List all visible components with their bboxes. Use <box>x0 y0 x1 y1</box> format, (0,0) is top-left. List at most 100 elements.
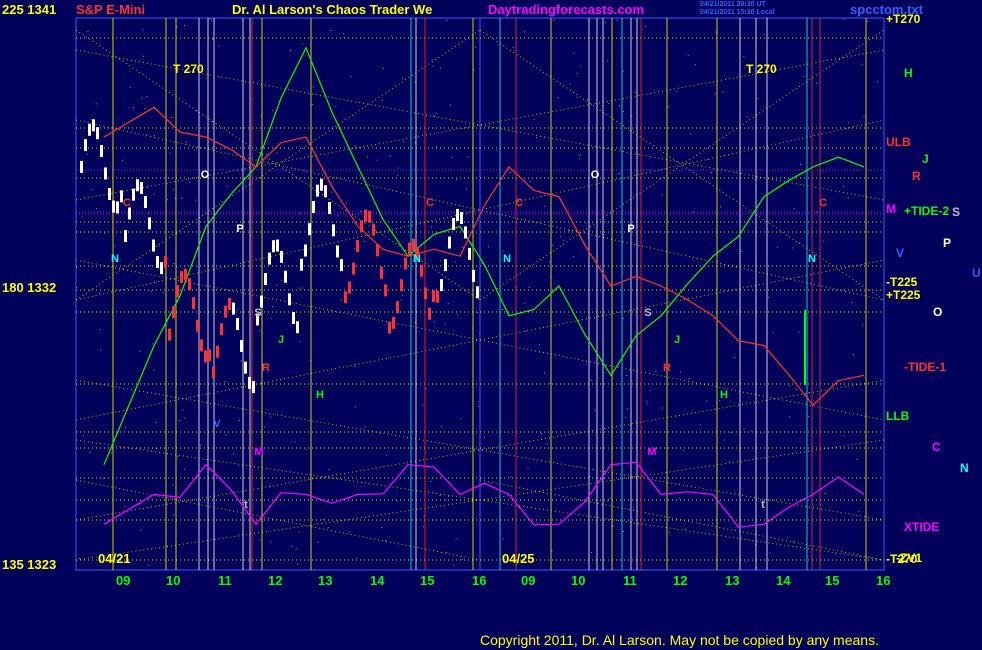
noise-dot <box>808 416 810 418</box>
noise-dot <box>99 292 101 294</box>
planet-marker: t <box>761 499 765 511</box>
noise-dot <box>335 105 337 107</box>
planet-marker: H <box>720 389 728 401</box>
series-line <box>103 461 865 528</box>
noise-dot <box>861 63 863 65</box>
noise-dot <box>148 564 150 566</box>
noise-dot <box>173 263 175 265</box>
right-axis-label: ULB <box>886 135 911 149</box>
noise-dot <box>763 33 765 35</box>
noise-dot <box>569 230 571 232</box>
price-bar <box>160 262 163 275</box>
noise-dot <box>824 492 826 494</box>
price-bar <box>216 345 219 358</box>
right-axis-label: J <box>922 152 929 166</box>
noise-dot <box>729 460 731 462</box>
price-bar <box>212 366 215 379</box>
noise-dot <box>311 104 313 106</box>
price-bar <box>192 297 195 310</box>
noise-dot <box>381 527 383 529</box>
noise-dot <box>456 313 458 315</box>
noise-dot <box>181 197 183 199</box>
price-bar <box>316 184 319 197</box>
planet-marker: H <box>316 389 324 401</box>
x-tick-label: 14 <box>776 573 791 588</box>
noise-dot <box>237 309 239 311</box>
noise-dot <box>322 519 324 521</box>
noise-dot <box>176 26 178 28</box>
noise-dot <box>793 208 795 210</box>
price-bar <box>372 223 375 236</box>
noise-dot <box>455 538 457 540</box>
noise-dot <box>153 193 155 195</box>
price-bar <box>228 297 231 310</box>
noise-dot <box>676 90 678 92</box>
noise-dot <box>847 197 849 199</box>
noise-dot <box>162 292 164 294</box>
price-bar <box>92 119 95 132</box>
price-bar <box>288 293 291 306</box>
price-bar <box>292 312 295 325</box>
price-bar <box>180 271 183 284</box>
noise-dot <box>467 156 469 158</box>
noise-dot <box>140 529 142 531</box>
noise-dot <box>292 216 294 218</box>
price-bar <box>384 284 387 297</box>
price-bar <box>476 286 479 299</box>
noise-dot <box>552 244 554 246</box>
noise-dot <box>154 135 156 137</box>
noise-dot <box>138 504 140 506</box>
date-label: 04/21 <box>98 551 131 566</box>
noise-dot <box>549 261 551 263</box>
noise-dot <box>194 199 196 201</box>
noise-dot <box>863 116 865 118</box>
noise-dot <box>444 323 446 325</box>
price-bar <box>84 139 87 152</box>
price-bar <box>380 266 383 279</box>
noise-dot <box>422 404 424 406</box>
noise-dot <box>668 532 670 534</box>
price-bar <box>308 223 311 236</box>
x-tick-label: 09 <box>521 573 536 588</box>
noise-dot <box>265 153 267 155</box>
noise-dot <box>604 22 606 24</box>
noise-dot <box>834 553 836 555</box>
price-bar <box>224 305 227 318</box>
noise-dot <box>317 541 319 543</box>
left-axis-mid: 180 1332 <box>2 280 57 295</box>
noise-dot <box>843 435 845 437</box>
noise-dot <box>423 515 425 517</box>
noise-dot <box>414 81 416 83</box>
noise-dot <box>104 232 106 234</box>
noise-dot <box>264 426 266 428</box>
right-axis-label: LLB <box>886 409 910 423</box>
noise-dot <box>528 286 530 288</box>
noise-dot <box>694 64 696 66</box>
noise-dot <box>682 449 684 451</box>
noise-dot <box>367 156 369 158</box>
noise-dot <box>449 104 451 106</box>
price-bar <box>448 236 451 249</box>
noise-dot <box>142 29 144 31</box>
noise-dot <box>99 349 101 351</box>
noise-dot <box>626 375 628 377</box>
noise-dot <box>95 207 97 209</box>
noise-dot <box>609 498 611 500</box>
price-bar <box>284 270 287 283</box>
noise-dot <box>529 181 531 183</box>
noise-dot <box>172 484 174 486</box>
x-tick-label: 09 <box>116 573 131 588</box>
series-line <box>103 46 865 465</box>
noise-dot <box>578 158 580 160</box>
noise-dot <box>174 197 176 199</box>
noise-dot <box>607 60 609 62</box>
noise-dot <box>455 261 457 263</box>
noise-dot <box>289 148 291 150</box>
price-bar <box>320 178 323 191</box>
noise-dot <box>536 522 538 524</box>
noise-dot <box>608 103 610 105</box>
noise-dot <box>132 107 134 109</box>
noise-dot <box>289 49 291 51</box>
noise-dot <box>436 146 438 148</box>
right-axis-label: +T270 <box>886 12 921 26</box>
